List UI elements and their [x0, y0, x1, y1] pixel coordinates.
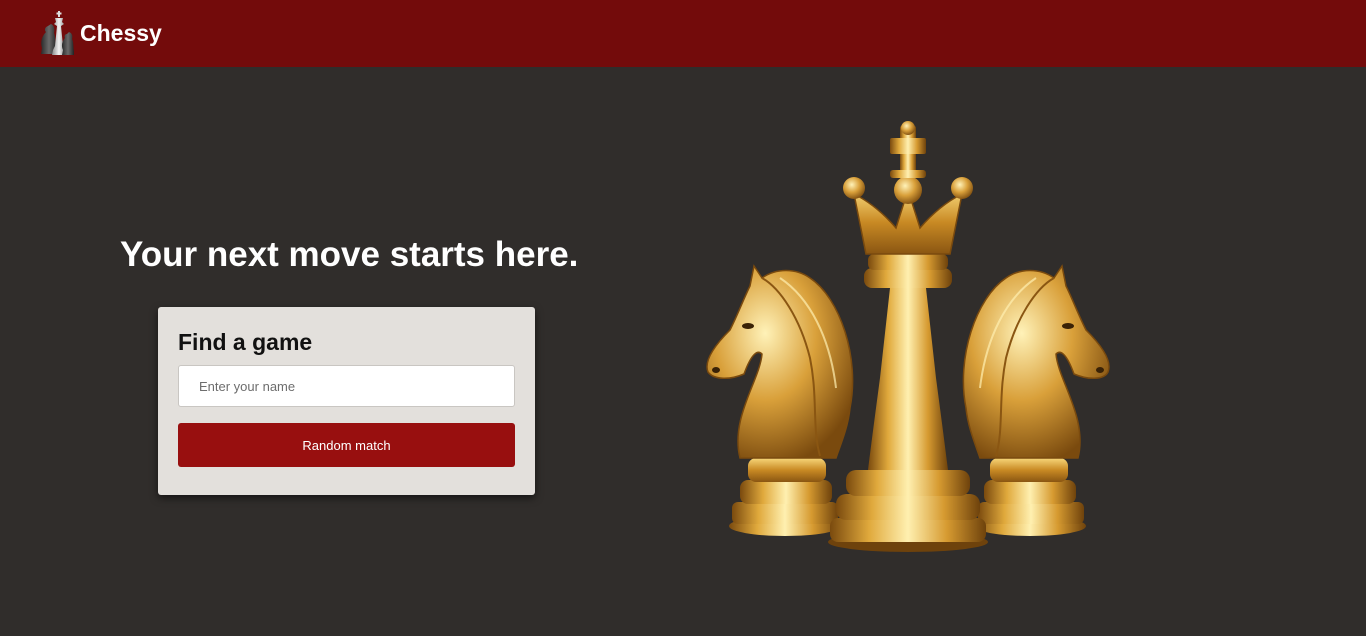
left-knight-shape: [706, 264, 854, 536]
find-game-title: Find a game: [178, 329, 313, 355]
hero-headline: Your next move starts here.: [120, 235, 579, 274]
top-navbar: Chessy: [0, 0, 1366, 67]
random-match-button[interactable]: Random match: [178, 423, 515, 467]
name-input[interactable]: [178, 365, 515, 407]
find-game-card: Find a game Random match: [158, 307, 535, 495]
chess-pieces-logo-icon[interactable]: [38, 8, 76, 58]
right-knight-shape: [962, 264, 1110, 536]
brand-name[interactable]: Chessy: [80, 20, 162, 46]
king-shape: [828, 121, 988, 552]
golden-chess-pieces-illustration: [700, 118, 1114, 558]
